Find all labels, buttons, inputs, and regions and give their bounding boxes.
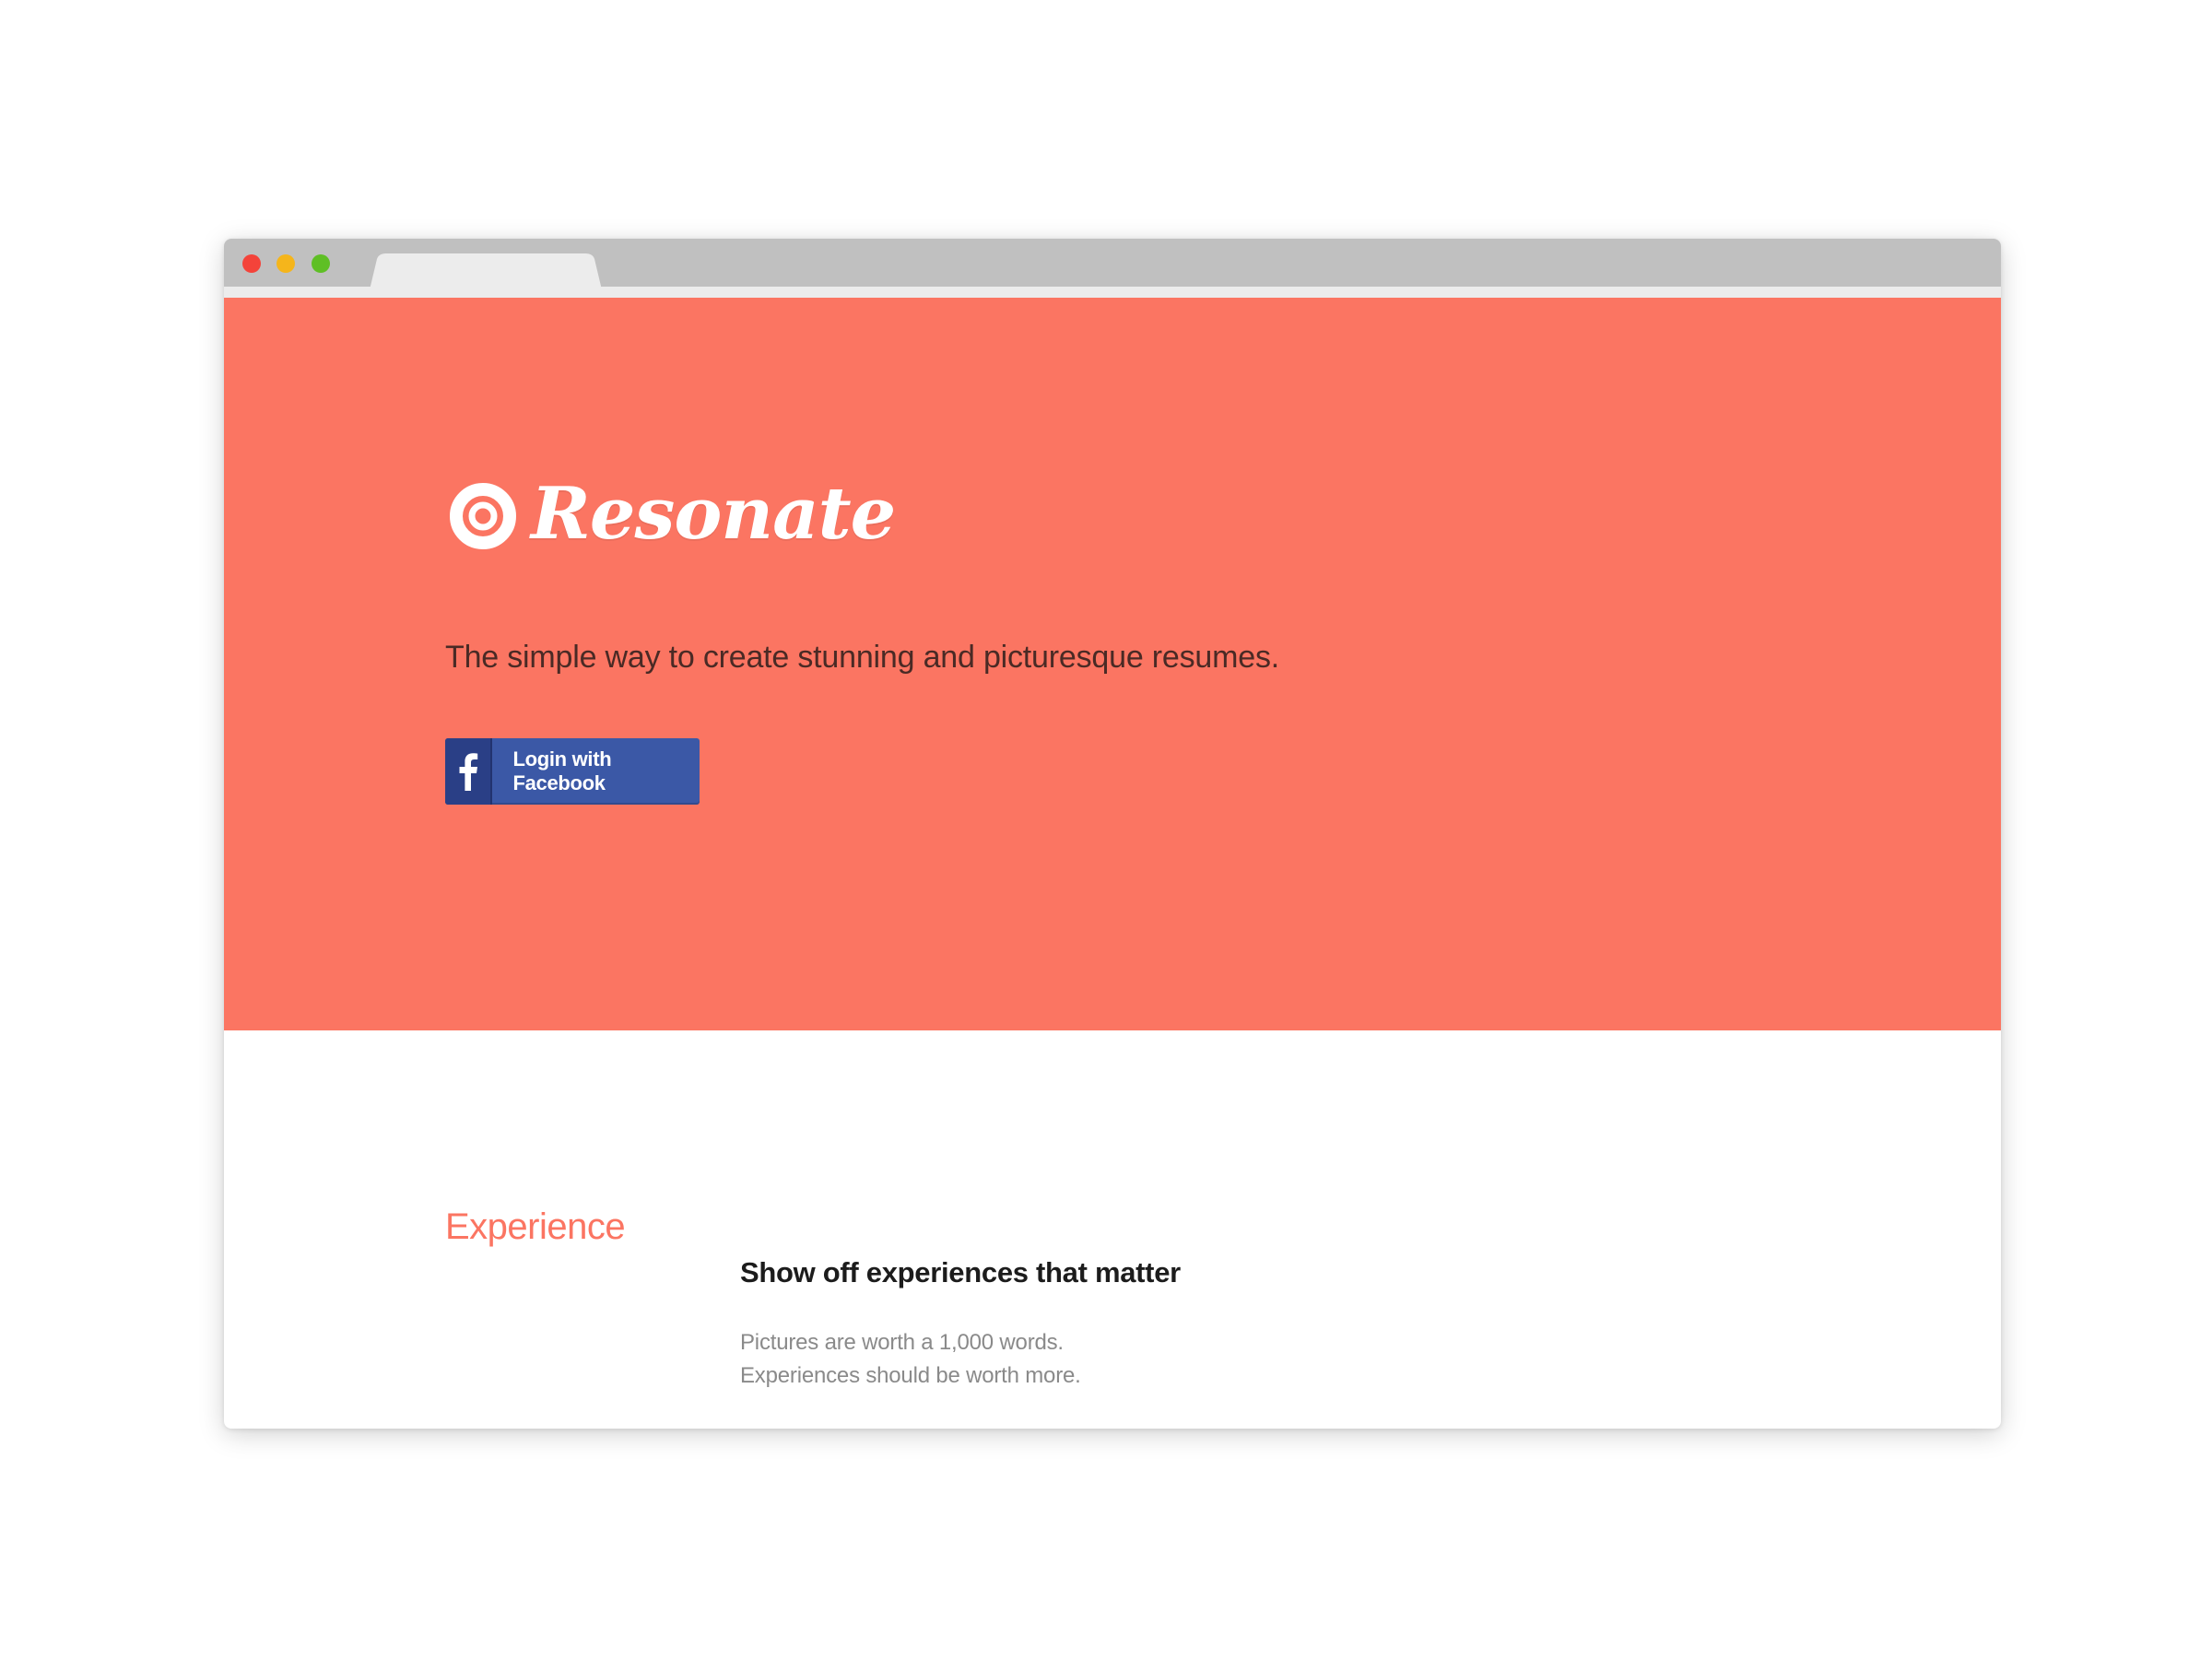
section-label-experience: Experience [445,1206,626,1247]
browser-titlebar [224,239,2001,298]
feature-description: Pictures are worth a 1,000 words. Experi… [740,1330,1081,1388]
hero-tagline: The simple way to create stunning and pi… [445,640,1279,675]
minimize-dot-icon[interactable] [276,254,295,273]
target-logo-icon [450,483,516,549]
brand-logo[interactable]: Resonate [448,464,896,565]
maximize-dot-icon[interactable] [312,254,330,273]
browser-window: Resonate The simple way to create stunni… [224,239,2001,1429]
browser-toolbar-strip [224,287,2001,298]
hero-section: Resonate The simple way to create stunni… [224,298,2001,1030]
logo-wordmark: Resonate [531,472,896,556]
facebook-button-label: Login with Facebook [512,747,612,794]
facebook-icon [445,738,493,805]
feature-title: Show off experiences that matter [740,1256,1181,1288]
page: Resonate The simple way to create stunni… [0,0,2212,1659]
close-dot-icon[interactable] [242,254,261,273]
login-with-facebook-button[interactable]: Login with Facebook [445,738,700,805]
